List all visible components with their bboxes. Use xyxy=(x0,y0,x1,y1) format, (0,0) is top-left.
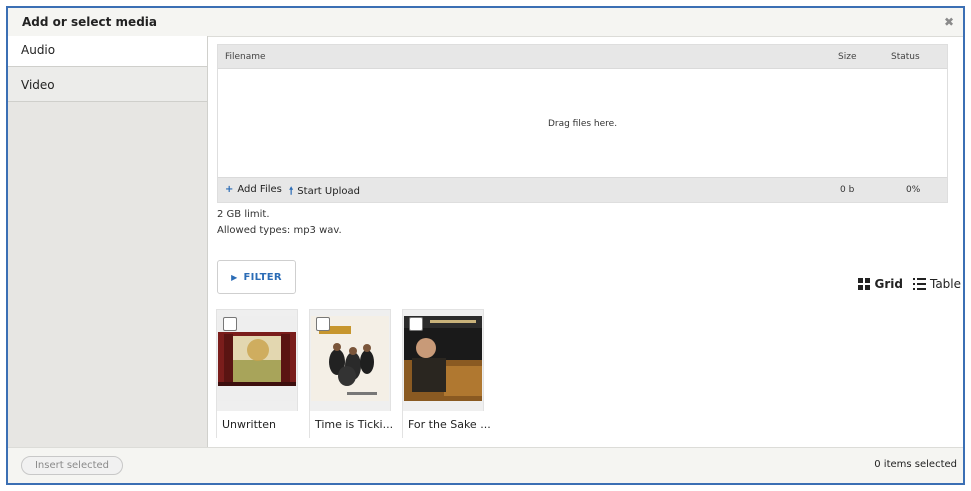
media-dialog: Add or select media ✖ Audio Video Filena… xyxy=(6,6,965,485)
dialog-titlebar: Add or select media ✖ xyxy=(8,8,963,37)
status-column-header: Status xyxy=(891,52,920,62)
start-upload-label: Start Upload xyxy=(297,186,360,197)
view-mode-switch: Grid Table xyxy=(858,277,961,291)
file-uploader: Filename Size Status Drag files here. + A… xyxy=(217,44,948,203)
dialog-footer: Insert selected 0 items selected xyxy=(8,447,963,483)
dialog-title: Add or select media xyxy=(22,15,157,29)
filter-label: FILTER xyxy=(243,271,282,283)
table-label: Table xyxy=(929,277,961,291)
drop-zone[interactable]: Drag files here. xyxy=(218,69,947,179)
size-column-header: Size xyxy=(838,52,857,62)
allowed-types-text: Allowed types: mp3 wav. xyxy=(217,225,342,236)
selected-count: 0 items selected xyxy=(874,459,957,470)
media-title: Unwritten xyxy=(217,411,299,439)
total-status: 0% xyxy=(906,185,921,195)
table-view-option[interactable]: Table xyxy=(912,277,961,291)
media-card[interactable]: Unwritten xyxy=(216,309,299,439)
media-title: For the Sake ... xyxy=(403,411,493,439)
tab-audio[interactable]: Audio xyxy=(8,36,207,67)
grid-icon xyxy=(858,278,871,290)
close-icon[interactable]: ✖ xyxy=(941,14,957,30)
media-select-checkbox[interactable] xyxy=(409,317,423,331)
filename-column-header: Filename xyxy=(225,52,266,62)
arrow-up-icon: 🠕 xyxy=(289,186,294,197)
upload-limits: 2 GB limit. Allowed types: mp3 wav. xyxy=(217,207,342,239)
add-files-button[interactable]: + Add Files xyxy=(225,184,282,195)
plus-icon: + xyxy=(225,184,234,195)
grid-view-option[interactable]: Grid xyxy=(858,277,903,291)
uploader-header: Filename Size Status xyxy=(218,45,947,69)
grid-label: Grid xyxy=(874,277,903,291)
list-icon xyxy=(912,278,926,290)
uploader-footer: + Add Files 🠕 Start Upload 0 b 0% xyxy=(218,177,947,202)
media-type-sidebar: Audio Video xyxy=(8,36,208,451)
caret-right-icon: ▶ xyxy=(231,272,238,282)
media-select-checkbox[interactable] xyxy=(223,317,237,331)
drop-zone-text: Drag files here. xyxy=(547,119,618,129)
media-card[interactable]: Time is Ticki... xyxy=(309,309,400,439)
add-files-label: Add Files xyxy=(237,184,282,195)
filter-button[interactable]: ▶ FILTER xyxy=(217,260,296,294)
media-card[interactable]: For the Sake ... xyxy=(402,309,493,439)
insert-selected-button[interactable]: Insert selected xyxy=(21,456,123,475)
tab-video[interactable]: Video xyxy=(8,67,207,102)
size-limit-text: 2 GB limit. xyxy=(217,209,270,220)
start-upload-button[interactable]: 🠕 Start Upload xyxy=(289,184,360,201)
media-title: Time is Ticki... xyxy=(310,411,400,439)
media-select-checkbox[interactable] xyxy=(316,317,330,331)
total-size: 0 b xyxy=(840,185,855,195)
